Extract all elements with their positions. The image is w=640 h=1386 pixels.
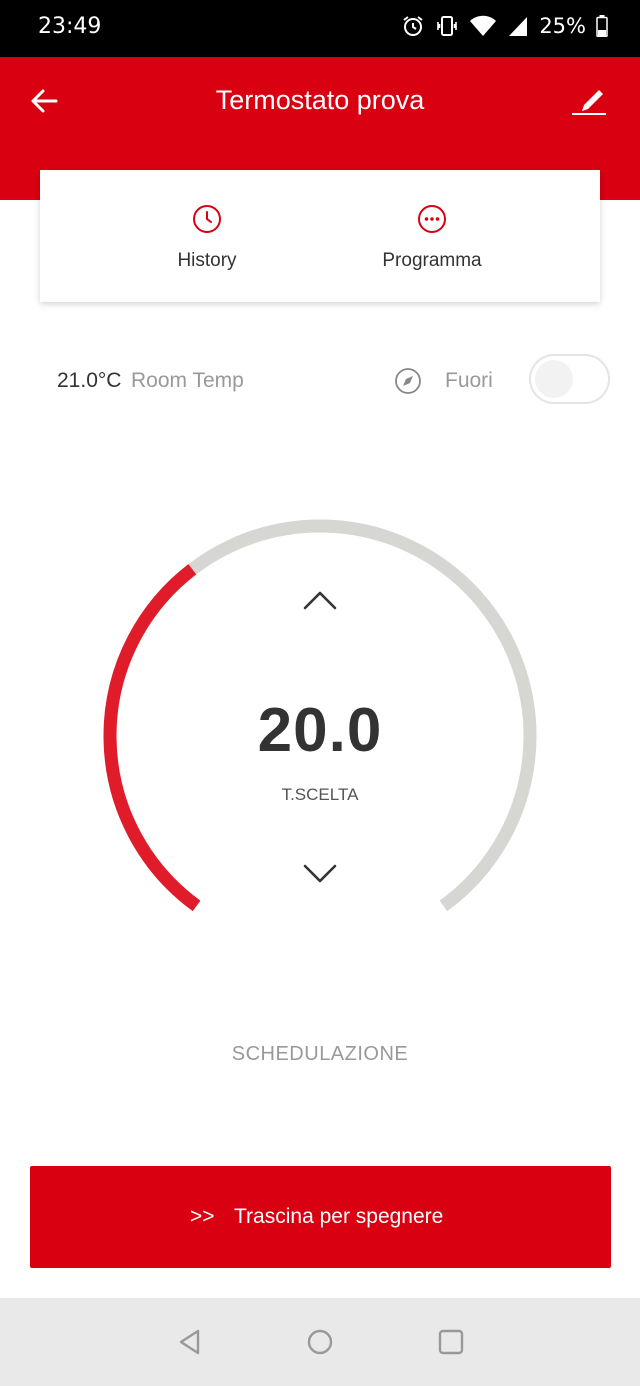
compass-icon <box>395 368 421 394</box>
nav-back-button[interactable] <box>176 1328 204 1356</box>
page-title: Termostato prova <box>215 85 425 115</box>
tab-programma-label: Programma <box>382 250 482 271</box>
tab-history-label: History <box>177 250 237 271</box>
set-temperature: 20.0 <box>257 696 383 765</box>
status-icons: 25% <box>401 14 608 38</box>
signal-icon <box>509 17 528 36</box>
tab-programma[interactable]: Programma <box>332 170 532 302</box>
tab-history[interactable]: History <box>107 170 307 302</box>
nav-recent-button[interactable] <box>437 1328 465 1356</box>
room-temperature-value: 21.0°C <box>57 369 122 392</box>
chevron-down-icon <box>303 864 337 883</box>
nav-recent-icon <box>438 1329 464 1355</box>
toggle-knob <box>535 360 573 398</box>
temperature-row: 21.0°C Room Temp Fuori <box>0 340 640 420</box>
outside-toggle[interactable] <box>529 354 610 404</box>
status-time: 23:49 <box>38 14 102 39</box>
battery-percent: 25% <box>539 14 586 38</box>
nav-back-icon <box>179 1329 200 1355</box>
set-temperature-label: T.SCELTA <box>281 785 359 804</box>
increase-temperature-button[interactable] <box>300 586 340 614</box>
clock-icon <box>193 205 221 233</box>
room-temperature-label: Room Temp <box>131 369 244 392</box>
nav-home-button[interactable] <box>306 1328 334 1356</box>
slide-to-turn-off[interactable]: >> Trascina per spegnere <box>30 1166 611 1268</box>
outside-label: Fuori <box>445 369 493 392</box>
battery-icon <box>596 15 608 37</box>
pencil-icon <box>572 90 606 115</box>
slide-arrows: >> <box>190 1205 215 1228</box>
nav-home-icon <box>307 1329 333 1355</box>
wifi-icon <box>470 15 497 36</box>
slide-label: Trascina per spegnere <box>234 1205 444 1228</box>
decrease-temperature-button[interactable] <box>300 860 340 888</box>
schedule-link[interactable]: SCHEDULAZIONE <box>0 1043 640 1066</box>
more-dots-icon <box>418 205 446 233</box>
vibrate-icon <box>437 16 458 36</box>
edit-button[interactable] <box>570 81 610 121</box>
thermostat-dial: 20.0 T.SCELTA <box>0 480 640 960</box>
alarm-icon <box>403 16 423 36</box>
tabs-card: History Programma <box>40 170 600 302</box>
navigation-bar <box>0 1298 640 1386</box>
chevron-up-icon <box>303 591 337 610</box>
status-bar: 23:49 25% <box>0 0 640 57</box>
